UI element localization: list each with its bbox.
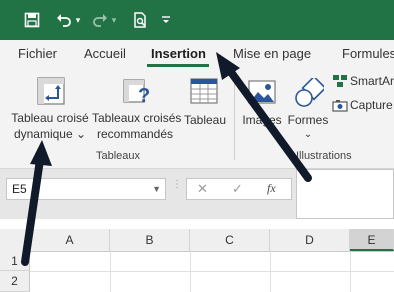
- chevron-down-icon: ⌄: [303, 129, 313, 140]
- group-label-tableaux: Tableaux: [96, 150, 141, 162]
- name-box-value: E5: [12, 182, 27, 196]
- smartart-label: SmartArt: [350, 74, 394, 88]
- chevron-down-icon[interactable]: ▼: [152, 179, 161, 199]
- tab-accueil[interactable]: Accueil: [84, 46, 126, 61]
- table-button[interactable]: Tableau: [181, 72, 229, 144]
- capture-button[interactable]: Capture: [332, 96, 394, 114]
- recommended-pivot-icon: ?: [123, 79, 150, 106]
- cells-area[interactable]: [30, 251, 394, 292]
- active-tab-indicator: [147, 64, 209, 67]
- undo-dropdown-icon[interactable]: ▾: [72, 8, 84, 32]
- row-header-2[interactable]: 2: [0, 271, 30, 292]
- customize-qat-icon[interactable]: [158, 8, 174, 32]
- pivot-table-label-2: dynamique ⌄: [13, 127, 87, 141]
- formula-input[interactable]: [296, 169, 394, 219]
- group-label-illustrations: Illustrations: [296, 150, 352, 162]
- table-icon: [190, 78, 218, 104]
- shapes-button[interactable]: Formes ⌄: [286, 72, 330, 144]
- pivot-table-label-1: Tableau croisé: [11, 111, 89, 125]
- fx-icon[interactable]: fx: [267, 181, 276, 196]
- print-preview-icon[interactable]: [128, 8, 152, 32]
- tab-fichier[interactable]: Fichier: [18, 46, 57, 61]
- save-icon[interactable]: [20, 8, 44, 32]
- camera-icon: [332, 100, 348, 112]
- cancel-icon[interactable]: ✕: [197, 181, 208, 197]
- smartart-icon: [333, 75, 347, 87]
- splitter-handle[interactable]: ⋮: [172, 180, 182, 195]
- column-header-a[interactable]: A: [30, 229, 110, 251]
- formula-buttons: ✕ ✓ fx: [186, 178, 292, 200]
- enter-icon[interactable]: ✓: [232, 181, 243, 197]
- column-header-d[interactable]: D: [270, 229, 350, 251]
- tab-insertion[interactable]: Insertion: [151, 46, 206, 61]
- pivot-table-button[interactable]: Tableau croisé dynamique ⌄: [10, 72, 90, 144]
- recommended-pivot-button[interactable]: ? Tableaux croisés recommandés: [92, 72, 182, 144]
- column-header-c[interactable]: C: [190, 229, 270, 251]
- table-label: Tableau: [183, 113, 227, 127]
- ribbon: Tableau croisé dynamique ⌄ ? Tableaux cr…: [0, 68, 394, 169]
- ribbon-tabs: Fichier Accueil Insertion Mise en page F…: [0, 40, 394, 68]
- row-header-1[interactable]: 1: [0, 251, 30, 271]
- name-box[interactable]: E5 ▼: [6, 178, 166, 200]
- recommended-pivot-label-2: recommandés: [96, 127, 174, 141]
- shapes-icon: [295, 78, 324, 107]
- worksheet-grid: A B C D E 1 2: [0, 219, 394, 292]
- column-header-e[interactable]: E: [350, 229, 394, 251]
- svg-text:?: ?: [138, 85, 150, 106]
- group-separator: [234, 74, 235, 160]
- formula-bar: E5 ▼ ⋮ ✕ ✓ fx: [0, 169, 394, 219]
- image-icon: [248, 80, 276, 104]
- tab-mise-en-page[interactable]: Mise en page: [233, 46, 311, 61]
- column-header-row: A B C D E: [0, 229, 394, 252]
- title-bar: ▾ ▾: [0, 0, 394, 40]
- select-all-corner[interactable]: [0, 229, 30, 251]
- tab-formules[interactable]: Formules: [342, 46, 394, 61]
- images-button[interactable]: Images: [240, 72, 284, 144]
- column-header-b[interactable]: B: [110, 229, 190, 251]
- capture-label: Capture: [350, 98, 393, 112]
- pivot-table-icon: [37, 77, 65, 105]
- smartart-button[interactable]: SmartArt: [332, 72, 394, 90]
- recommended-pivot-label-1: Tableaux croisés: [92, 111, 182, 125]
- images-label: Images: [242, 113, 282, 127]
- shapes-label: Formes: [287, 113, 329, 127]
- redo-dropdown-icon[interactable]: ▾: [108, 8, 120, 32]
- chevron-down-icon: ⌄: [76, 127, 87, 141]
